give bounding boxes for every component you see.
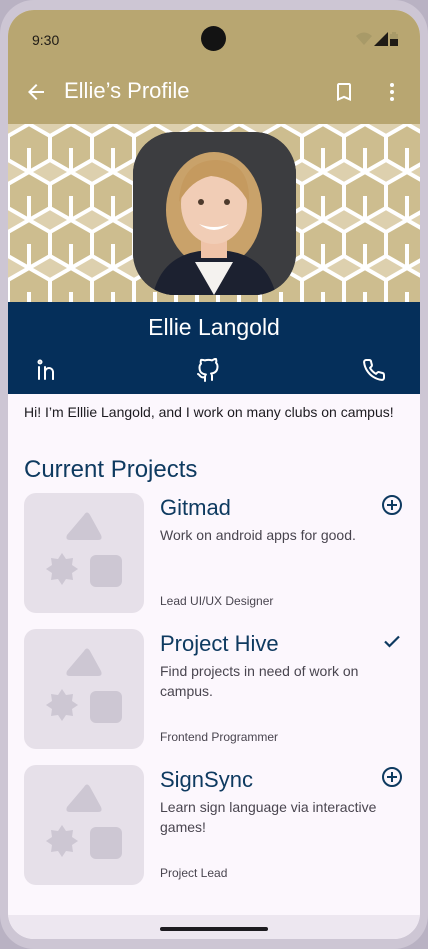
project-role: Frontend Programmer [160,730,279,744]
project-title: Project Hive [160,631,279,656]
project-role: Lead UI/UX Designer [160,594,274,608]
person-photo [133,132,296,295]
top-app-bar: 9:30 Ellie’s Profile [8,10,420,124]
project-description: Find projects in need of work on campus. [160,663,359,699]
project-thumbnail [24,765,144,885]
camera-cutout [201,26,226,51]
add-project-button[interactable] [380,493,404,517]
project-title: Gitmad [160,495,231,520]
profile-banner [8,124,420,302]
profile-bio: Hi! I’m Elllie Langold, and I work on ma… [24,404,394,420]
placeholder-shapes-icon [46,512,122,587]
battery-icon [390,32,398,46]
bookmark-icon [337,83,351,101]
linkedin-button[interactable] [36,358,60,387]
github-button[interactable] [196,357,220,387]
gesture-nav-bar [8,915,420,939]
check-icon [384,635,400,648]
phone-icon [363,358,386,381]
placeholder-shapes-icon [46,648,122,723]
bookmark-button[interactable] [332,80,356,104]
placeholder-shapes-icon [46,784,122,859]
screen: 9:30 Ellie’s Profile Ellie Langold Hi! I… [8,10,420,939]
device-frame: 9:30 Ellie’s Profile Ellie Langold Hi! I… [0,0,428,949]
more-options-button[interactable] [380,80,404,104]
add-project-button[interactable] [380,765,404,789]
project-description: Learn sign language via interactive game… [160,799,377,835]
home-handle[interactable] [160,927,268,931]
project-card-gitmad[interactable]: Gitmad Work on android apps for good. Le… [24,493,404,613]
project-thumbnail [24,629,144,749]
add-circle-icon [382,495,402,515]
linkedin-icon [37,359,54,380]
project-card-signsync[interactable]: SignSync Learn sign language via interac… [24,765,404,885]
phone-button[interactable] [362,358,386,387]
profile-name-bar: Ellie Langold [8,302,420,394]
status-time: 9:30 [32,32,60,48]
project-card-project-hive[interactable]: Project Hive Find projects in need of wo… [24,629,404,749]
back-button[interactable] [24,80,48,104]
wifi-icon [356,32,372,45]
github-icon [197,357,219,382]
profile-name: Ellie Langold [148,314,280,340]
more-vert-icon [390,83,394,101]
page-title: Ellie’s Profile [64,78,190,103]
signal-icon [374,32,388,46]
profile-avatar [133,132,296,295]
joined-project-button[interactable] [380,629,404,653]
add-circle-icon [382,767,402,787]
project-description: Work on android apps for good. [160,527,356,543]
status-icons [356,32,398,46]
project-thumbnail [24,493,144,613]
arrow-back-icon [28,84,44,100]
project-title: SignSync [160,767,253,792]
section-title: Current Projects [24,456,198,483]
project-role: Project Lead [160,866,228,880]
